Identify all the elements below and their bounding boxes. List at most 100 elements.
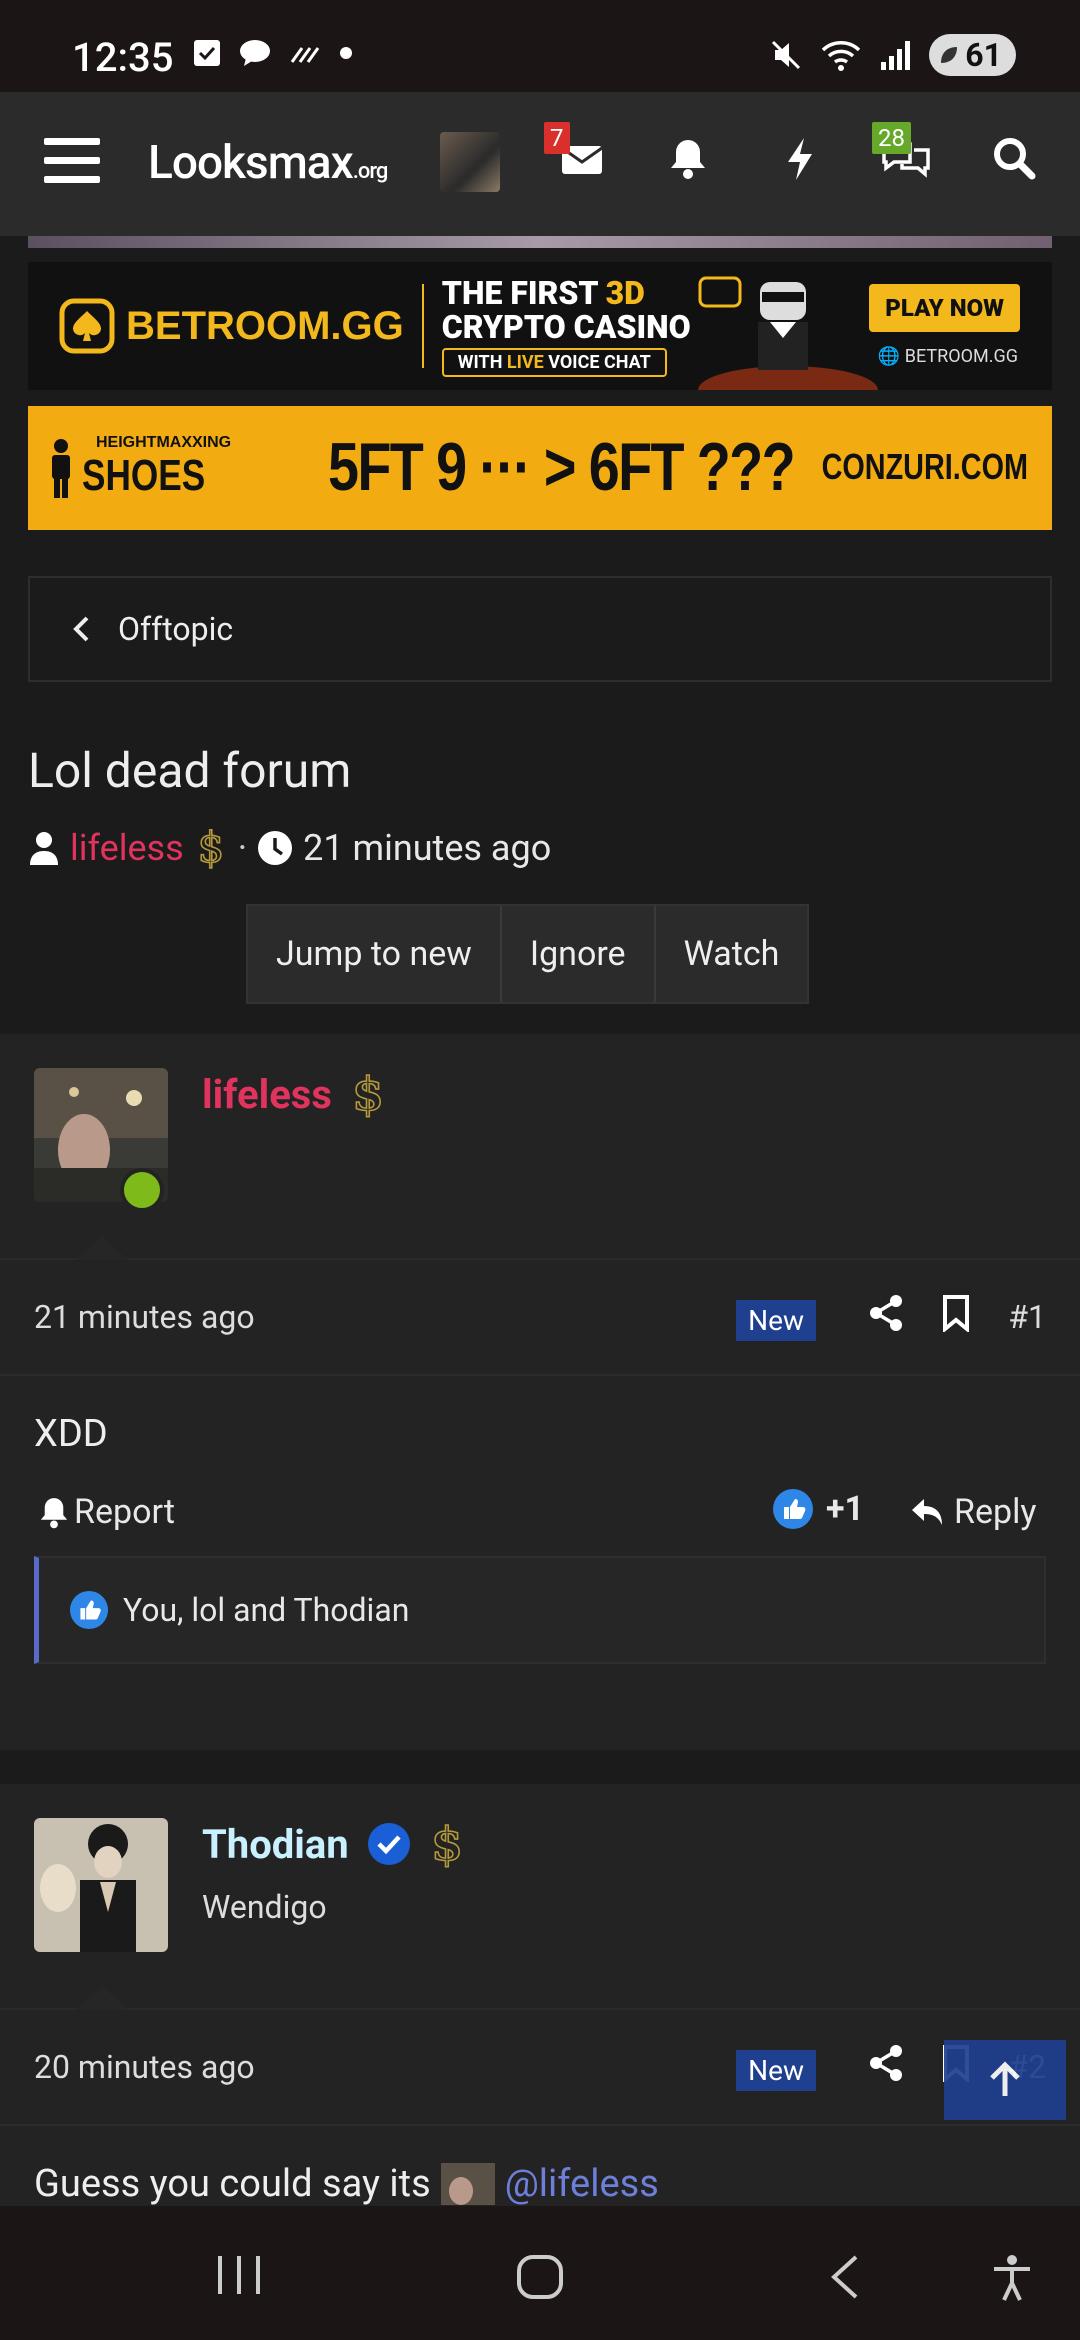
betroom-ad-banner[interactable]: BETROOM.GG THE FIRST 3D CRYPTO CASINO WI… [28,262,1052,390]
accessibility-icon [994,2255,1030,2301]
dollar-icon: $ [430,1820,464,1868]
account-avatar[interactable] [440,132,500,192]
system-navigation-bar [0,2206,1080,2340]
share-icon[interactable] [868,2044,904,2082]
chat-bubble-icon [240,40,270,66]
thread-actions: Jump to new Ignore Watch [246,904,810,1004]
battery-level: 61 [965,36,1002,74]
post-2-header: 20 minutes ago New #2 [0,2010,1080,2126]
mention-link[interactable]: @lifeless [505,2162,659,2206]
wifi-icon [822,41,861,71]
ad2-headline: 5FT 9 ··· > 6FT ??? [328,429,796,505]
reaction-score[interactable]: +1 [772,1488,864,1530]
post-1-footer: Report +1 Reply [0,1456,1080,1556]
casino-mascot-icon [698,276,878,390]
search-button[interactable] [992,136,1036,184]
bookmark-icon[interactable] [942,1294,970,1332]
ad1-brand-text: BETROOM.GG [126,303,404,348]
alerts-button[interactable] [668,136,708,184]
clock-icon [258,831,293,865]
user-title: Wendigo [202,1888,327,1926]
status-system-icons: 61 [769,34,1016,76]
thread-title: Lol dead forum [28,742,352,799]
online-indicator [120,1168,164,1212]
post-2: Thodian $ Wendigo 20 minutes ago New #2 … [0,1784,1080,2206]
logo-main: Looksmax [148,136,354,190]
post-caret [76,1986,128,2010]
post-caret [76,1236,128,1260]
scroll-to-top-button[interactable] [944,2040,1066,2120]
top-nav-bar: Looksmax.org 7 28 [0,92,1080,236]
post-number[interactable]: #1 [1008,1298,1046,1336]
ad2-product: HEIGHTMAXXING SHOES [76,435,236,501]
svg-text:$: $ [197,826,224,870]
signal-strike-icon [290,47,320,63]
ad1-tagline-2: CRYPTO CASINO [441,307,691,346]
ad1-copy: THE FIRST 3D CRYPTO CASINO WITH LIVE VOI… [441,276,691,377]
post-2-user: Thodian $ Wendigo [0,1784,1080,2010]
post-content-text: Guess you could say its [34,2162,431,2206]
post-2-body: 20 minutes ago New #2 Guess you could sa… [0,1986,1080,2206]
thread-meta: lifeless $ · 21 minutes ago [28,826,551,870]
whats-new-button[interactable] [784,136,816,186]
conzuri-ad-banner[interactable]: HEIGHTMAXXING SHOES 5FT 9 ··· > 6FT ??? … [28,406,1052,530]
ad1-divider [421,284,424,368]
reactions-bar[interactable]: You, lol and Thodian [34,1556,1046,1664]
username[interactable]: Thodian [202,1821,349,1868]
jump-to-new-button[interactable]: Jump to new [248,906,502,1002]
battery-indicator: 61 [929,34,1016,76]
post-time[interactable]: 20 minutes ago [34,2048,255,2086]
username[interactable]: lifeless [202,1071,332,1118]
like-icon [773,1489,813,1529]
dollar-icon: $ [197,826,225,870]
mute-icon [772,40,801,70]
breadcrumb[interactable]: Offtopic [28,576,1052,682]
post-1-username[interactable]: lifeless $ [202,1070,386,1118]
svg-text:$: $ [352,1070,384,1118]
back-button[interactable] [828,2254,860,2304]
user-icon [30,832,58,865]
reply-button[interactable]: Reply [910,1492,1036,1532]
report-button[interactable]: Report [38,1492,175,1532]
status-bar: 12:35 61 [0,0,1080,92]
conversations-button[interactable]: 28 [872,122,932,184]
thread-author[interactable]: lifeless [70,827,184,869]
home-icon [517,2255,563,2299]
spade-chat-icon [59,298,115,354]
conversations-badge: 28 [872,122,911,154]
post-1-user: lifeless $ [0,1034,1080,1260]
site-logo[interactable]: Looksmax.org [148,136,388,190]
watch-button[interactable]: Watch [656,906,808,1002]
breadcrumb-label: Offtopic [118,610,234,648]
post-2-username[interactable]: Thodian $ [202,1820,465,1868]
checkbox-icon [194,40,220,66]
post-time[interactable]: 21 minutes ago [34,1298,255,1336]
ignore-button[interactable]: Ignore [502,906,656,1002]
ad1-site: 🌐 BETROOM.GG [877,346,1018,367]
svg-text:$: $ [431,1820,463,1868]
back-icon [831,2255,858,2299]
reactions-text: You, lol and Thodian [123,1591,410,1629]
new-badge: New [736,2050,816,2091]
share-icon[interactable] [868,1294,904,1332]
recents-button[interactable] [216,2254,262,2300]
ad1-brand: BETROOM.GG [58,297,404,355]
battery-saver-icon [941,47,958,63]
ad2-product-text: SHOES [82,451,206,500]
score-value: +1 [826,1489,865,1529]
meta-separator: · [237,827,248,869]
globe-icon: 🌐 [877,346,901,367]
like-icon [69,1590,109,1630]
inbox-button[interactable]: 7 [544,122,604,182]
ad-strip-remnant [28,236,1052,248]
bell-icon [40,1498,68,1529]
lightning-icon [788,138,812,180]
thread-time: 21 minutes ago [303,827,552,869]
accessibility-button[interactable] [990,2254,1034,2306]
menu-icon[interactable] [44,138,100,184]
home-button[interactable] [516,2254,564,2304]
avatar[interactable] [34,1818,168,1952]
ad1-play-now-button[interactable]: PLAY NOW [869,284,1020,332]
status-time: 12:35 [72,34,174,81]
post-1-header: 21 minutes ago New #1 [0,1260,1080,1376]
